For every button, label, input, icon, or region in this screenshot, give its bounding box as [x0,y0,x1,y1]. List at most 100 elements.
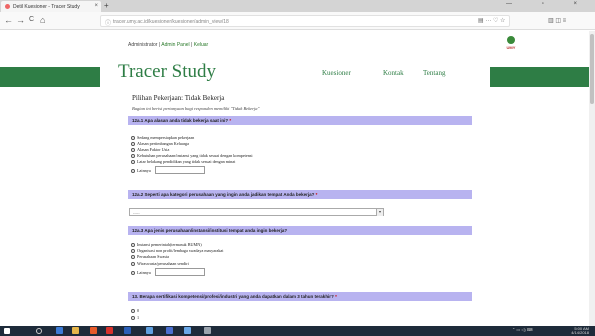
option-label: Instansi pemerintah(termasuk BUMN) [137,242,202,247]
radio-button[interactable] [131,153,135,158]
radio-button[interactable] [131,315,135,320]
radio-option[interactable]: 1 [131,315,139,320]
radio-option[interactable]: Lainnya [131,270,151,275]
site-brand[interactable]: Tracer Study [118,61,216,83]
radio-button[interactable] [131,308,135,313]
nav-kontak[interactable]: Kontak [383,69,404,77]
question-header: 13. Berapa sertifikasi kompetensi/profes… [128,292,472,301]
radio-button[interactable] [131,248,135,253]
option-label: Lainnya [137,270,151,275]
option-label: 1 [137,315,140,320]
option-label: Alasan Faktor Usia [137,147,170,152]
question-label: 13. Berapa sertifikasi kompetensi/profes… [132,294,334,299]
radio-button[interactable] [131,242,135,247]
reload-icon[interactable]: C [29,16,34,23]
radio-button[interactable] [131,168,135,173]
admin-panel-link[interactable]: Admin Panel [161,42,189,48]
other-reason-input[interactable] [155,166,205,174]
option-label: Latar belakang pendidikan yang tidak ses… [137,159,236,164]
radio-button[interactable] [131,261,135,266]
radio-option[interactable]: Alasan pertimbangan Keluarga [131,141,189,146]
option-label: Perusahaan Swasta [137,254,169,259]
browser-tab-bar: Detil Kuesioner - Tracer Study × + — ▫ × [0,0,595,12]
option-label: Organisasi non profit/lembaga swadaya ma… [137,248,224,253]
other-company-input[interactable] [155,268,205,276]
clock-date: 4/14/2018 [571,330,589,335]
radio-option[interactable]: Kebutuhan perusahaan/instansi yang tidak… [131,153,253,158]
firefox-icon[interactable] [90,327,97,334]
logo-text: UMY [506,45,516,50]
radio-option[interactable]: Wiraswasta/perusahaan sendiri [131,261,189,266]
tray-icons[interactable]: ⌃ ▭ ◁) ⌨ [512,327,533,332]
radio-button[interactable] [131,141,135,146]
option-label: Sedang mempersiapkan pekerjaan [137,135,195,140]
select-value: ----- [133,210,140,215]
option-label: Kebutuhan perusahaan/instansi yang tidak… [137,153,253,158]
app-grid-icon[interactable] [184,327,191,334]
separator: | [158,42,161,48]
radio-button[interactable] [131,135,135,140]
radio-option[interactable]: Instansi pemerintah(termasuk BUMN) [131,242,202,247]
page-title: Pilihan Pekerjaan: Tidak Bekerja [132,94,225,102]
question-label: 12a.1 Apa alasan anda tidak bekerja saat… [132,118,229,123]
required-mark: * [335,294,337,299]
nav-kuesioner[interactable]: Kuesioner [322,69,351,77]
radio-option[interactable]: Lainnya [131,168,151,173]
forward-arrow-icon[interactable]: → [16,15,25,25]
favicon-icon [5,4,10,9]
chevron-down-icon[interactable]: ▾ [376,209,383,216]
app-blue-icon[interactable] [146,327,153,334]
url-action-icons[interactable]: ▤ ··· ♡ ☆ [478,17,505,24]
address-bar[interactable]: ⓘ tracer.umy.ac.id/kuesioner/kuesioner/a… [100,15,510,27]
question-label: 12a.3 Apa jenis perusahaan/instansi/inst… [132,228,288,233]
browser-nav-bar: ← → C ⌂ ⓘ tracer.umy.ac.id/kuesioner/kue… [0,12,595,30]
admin-links: Administrator | Admin Panel | Keluar [128,42,208,48]
app-tool-icon[interactable] [204,327,211,334]
windows-start-icon[interactable] [4,328,10,334]
nav-tentang[interactable]: Tentang [423,69,445,77]
tab-close-icon[interactable]: × [94,3,98,9]
toolbar-icons[interactable]: ▥ ◫ ≡ [548,17,566,24]
separator: | [191,42,193,48]
clock[interactable]: 5:00 AM 4/14/2018 [571,327,589,335]
word-icon[interactable] [124,327,131,334]
option-label: Wiraswasta/perusahaan sendiri [137,261,189,266]
radio-option[interactable]: Perusahaan Swasta [131,254,169,259]
radio-button[interactable] [131,147,135,152]
option-label: Lainnya [137,168,151,173]
browser-tab[interactable]: Detil Kuesioner - Tracer Study × [1,1,101,12]
question-header: 12a.2 Seperti apa kategori perusahaan ya… [128,190,472,199]
required-mark: * [229,118,232,123]
option-label: Alasan pertimbangan Keluarga [137,141,190,146]
radio-option[interactable]: Organisasi non profit/lembaga swadaya ma… [131,248,223,253]
page-subtitle: Bagian ini berisi pertanyaan bagi respon… [132,106,260,111]
radio-option[interactable]: Sedang mempersiapkan pekerjaan [131,135,194,140]
new-tab-button[interactable]: + [104,1,109,10]
edge-browser-icon[interactable] [56,327,63,334]
admin-user: Administrator [128,42,158,48]
back-arrow-icon[interactable]: ← [4,15,13,25]
radio-button[interactable] [131,254,135,259]
app-window-icon[interactable] [166,327,173,334]
radio-option[interactable]: Latar belakang pendidikan yang tidak ses… [131,159,235,164]
required-mark: * [315,192,318,197]
radio-option[interactable]: Alasan Faktor Usia [131,147,169,152]
home-icon[interactable]: ⌂ [40,15,45,25]
url-text: tracer.umy.ac.id/kuesioner/kuesioner/adm… [113,19,229,25]
option-label: 0 [137,308,140,313]
file-explorer-icon[interactable] [72,327,79,334]
app-red-icon[interactable] [106,327,113,334]
radio-option[interactable]: 0 [131,308,139,313]
tab-title: Detil Kuesioner - Tracer Study [13,4,80,10]
scrollbar-thumb[interactable] [590,34,594,104]
search-icon[interactable] [36,328,42,334]
company-category-select[interactable]: ----- ▾ [129,208,384,216]
radio-button[interactable] [131,270,135,275]
logout-link[interactable]: Keluar [194,42,208,48]
question-label: 12a.2 Seperti apa kategori perusahaan ya… [132,192,315,197]
radio-button[interactable] [131,159,135,164]
question-header: 12a.1 Apa alasan anda tidak bekerja saat… [128,116,472,125]
window-controls[interactable]: — ▫ × [506,1,591,7]
umy-logo: UMY [504,36,518,56]
info-icon: ⓘ [105,21,112,27]
